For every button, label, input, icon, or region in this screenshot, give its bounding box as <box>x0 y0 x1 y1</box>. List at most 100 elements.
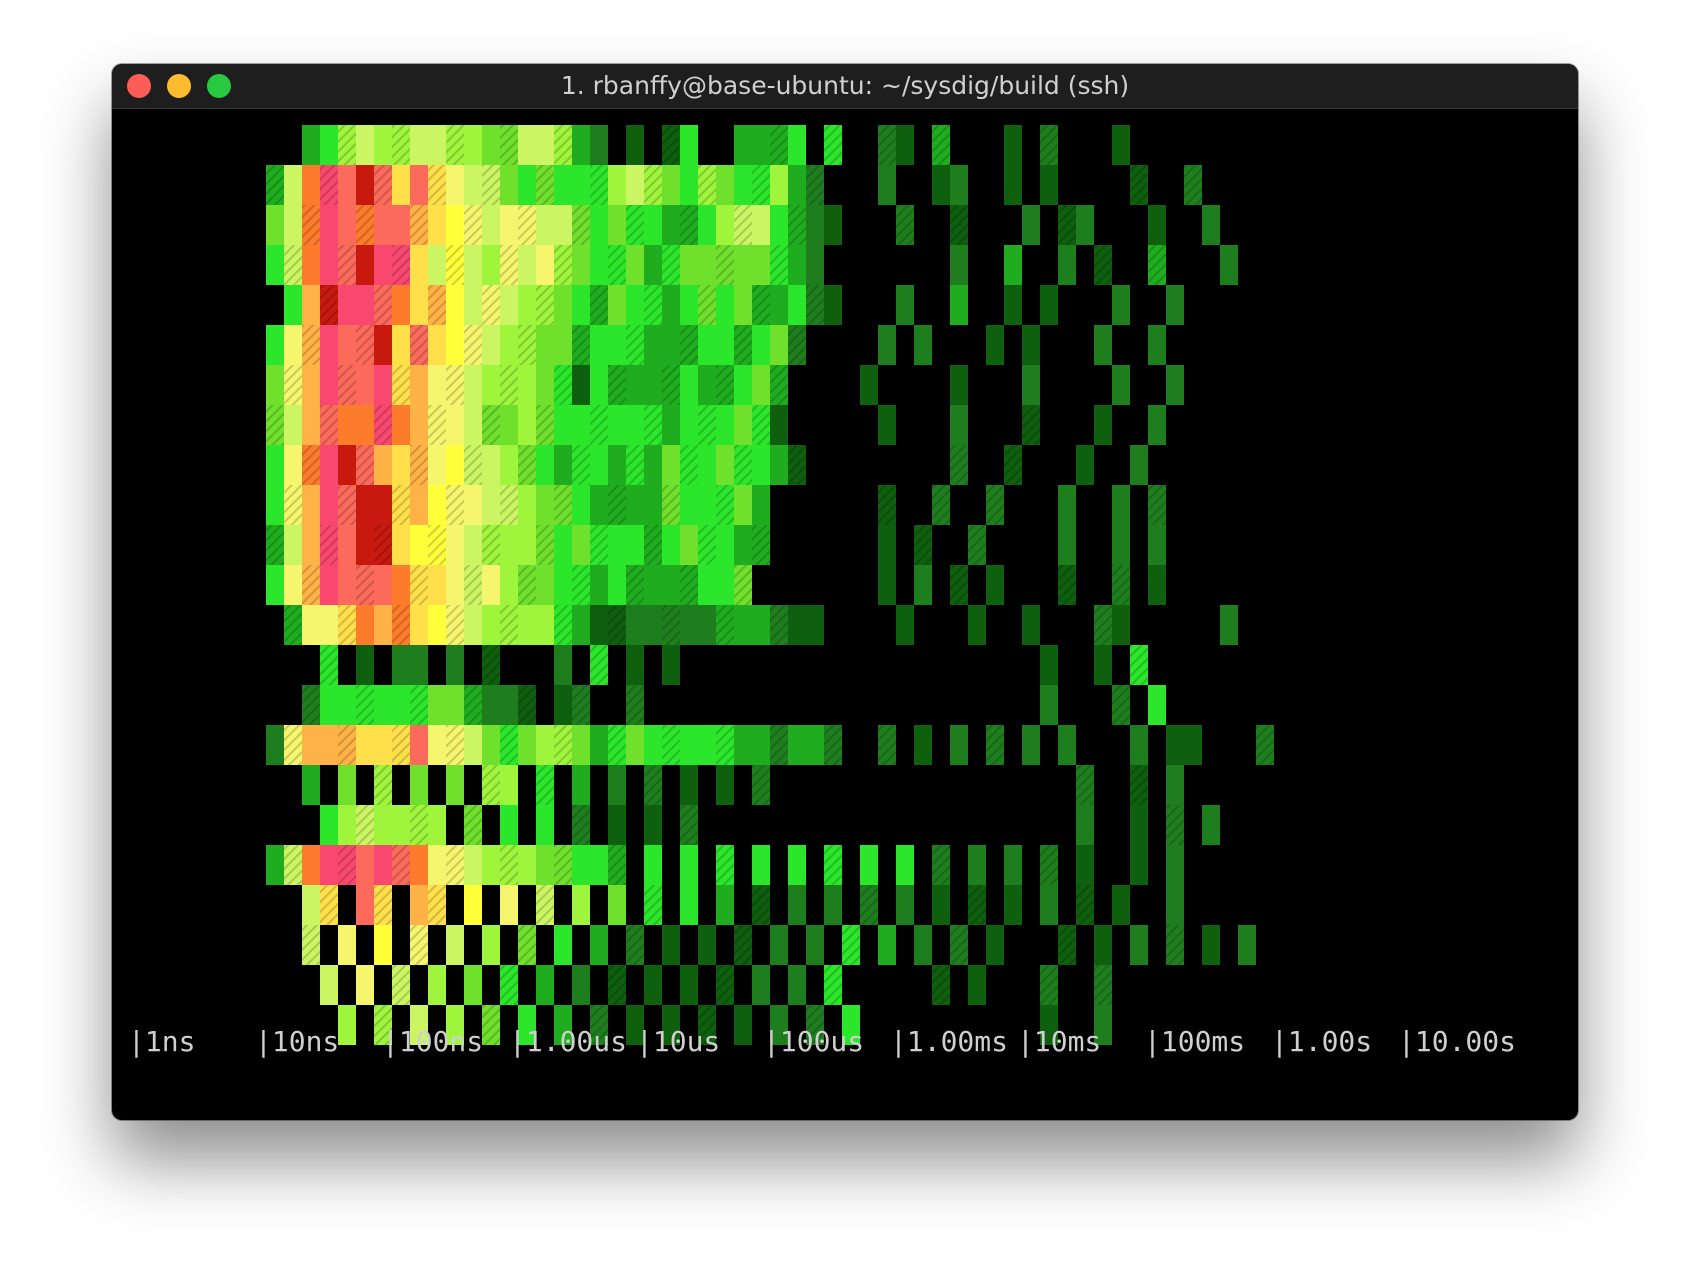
heatmap-cell <box>572 605 590 645</box>
heatmap-cell <box>734 525 752 565</box>
heatmap-cell <box>338 565 356 605</box>
heatmap-cell <box>752 245 770 285</box>
heatmap-cell <box>860 845 878 885</box>
heatmap-cell <box>374 245 392 285</box>
heatmap-cell-hatch <box>284 485 302 525</box>
heatmap-cell <box>1058 485 1076 525</box>
heatmap-cell <box>428 125 446 165</box>
heatmap-cell <box>464 605 482 645</box>
heatmap-cell <box>302 845 320 885</box>
heatmap-cell <box>374 925 392 965</box>
heatmap-cell <box>752 325 770 365</box>
heatmap-cell-hatch <box>302 565 320 605</box>
heatmap-cell <box>644 485 662 525</box>
heatmap-cell <box>1220 245 1238 285</box>
heatmap-cell <box>518 725 536 765</box>
heatmap-cell-hatch <box>374 885 392 925</box>
x-tick-label: |1.00s <box>1271 1025 1372 1058</box>
heatmap-cell-hatch <box>878 125 896 165</box>
heatmap-cell-hatch <box>932 125 950 165</box>
heatmap-cell <box>680 285 698 325</box>
heatmap-cell-hatch <box>410 565 428 605</box>
heatmap-cell-hatch <box>446 365 464 405</box>
heatmap-cell <box>518 245 536 285</box>
heatmap-cell-hatch <box>320 285 338 325</box>
heatmap-cell-hatch <box>392 485 410 525</box>
heatmap-cell <box>914 325 932 365</box>
heatmap-cell <box>500 285 518 325</box>
heatmap-cell-hatch <box>356 445 374 485</box>
heatmap-cell-hatch <box>482 765 500 805</box>
heatmap-cell <box>320 685 338 725</box>
heatmap-cell <box>608 405 626 445</box>
heatmap-cell-hatch <box>1040 845 1058 885</box>
heatmap-cell <box>662 565 680 605</box>
heatmap-cell <box>464 365 482 405</box>
heatmap-cell-hatch <box>608 485 626 525</box>
heatmap-cell <box>266 725 284 765</box>
heatmap-cell <box>698 245 716 285</box>
heatmap-cell-hatch <box>716 485 734 525</box>
heatmap-cell-hatch <box>608 605 626 645</box>
heatmap-cell-hatch <box>302 685 320 725</box>
heatmap-cell-hatch <box>608 245 626 285</box>
heatmap-cell <box>446 565 464 605</box>
heatmap-cell <box>500 685 518 725</box>
heatmap-cell <box>572 525 590 565</box>
heatmap-cell <box>644 805 662 845</box>
heatmap-cell <box>950 405 968 445</box>
heatmap-cell <box>806 925 824 965</box>
heatmap-cell <box>374 365 392 405</box>
heatmap-cell <box>374 485 392 525</box>
heatmap-cell <box>320 965 338 1005</box>
heatmap-cell-hatch <box>446 125 464 165</box>
heatmap-cell <box>428 565 446 605</box>
heatmap-cell <box>374 605 392 645</box>
heatmap-cell-hatch <box>662 725 680 765</box>
heatmap-cell <box>356 525 374 565</box>
heatmap-cell-hatch <box>1022 405 1040 445</box>
heatmap-cell <box>356 605 374 645</box>
heatmap-cell <box>320 605 338 645</box>
heatmap-cell <box>1058 525 1076 565</box>
heatmap-cell <box>1022 205 1040 245</box>
heatmap-cell-hatch <box>536 765 554 805</box>
heatmap-cell <box>698 205 716 245</box>
heatmap-cell <box>464 165 482 205</box>
heatmap-cell <box>446 165 464 205</box>
heatmap-cell-hatch <box>392 365 410 405</box>
heatmap-cell-hatch <box>1058 205 1076 245</box>
heatmap-cell-hatch <box>932 485 950 525</box>
heatmap-cell <box>554 645 572 685</box>
heatmap-cell <box>356 405 374 445</box>
heatmap-cell-hatch <box>338 245 356 285</box>
heatmap-cell <box>320 365 338 405</box>
heatmap-cell <box>680 885 698 925</box>
heatmap-cell <box>572 285 590 325</box>
heatmap-cell <box>446 765 464 805</box>
heatmap-cell <box>1202 925 1220 965</box>
heatmap-cell <box>1148 205 1166 245</box>
heatmap-cell <box>770 925 788 965</box>
heatmap-cell <box>266 485 284 525</box>
heatmap-cell-hatch <box>392 725 410 765</box>
heatmap-cell <box>1004 125 1022 165</box>
heatmap-cell <box>968 845 986 885</box>
heatmap-cell <box>338 285 356 325</box>
heatmap-cell <box>608 285 626 325</box>
heatmap-cell-hatch <box>590 405 608 445</box>
x-tick-label: |1.00ms <box>890 1025 1008 1058</box>
heatmap-cell-hatch <box>446 725 464 765</box>
heatmap-cell <box>302 365 320 405</box>
heatmap-cell-hatch <box>950 925 968 965</box>
heatmap-cell <box>536 325 554 365</box>
heatmap-cell-hatch <box>302 325 320 365</box>
heatmap-cell <box>770 325 788 365</box>
heatmap-cell-hatch <box>824 125 842 165</box>
title-bar[interactable]: 1. rbanffy@base-ubuntu: ~/sysdig/build (… <box>112 64 1578 109</box>
heatmap-cell <box>302 605 320 645</box>
heatmap-cell <box>788 845 806 885</box>
heatmap-cell-hatch <box>320 165 338 205</box>
heatmap-cell-hatch <box>1094 965 1112 1005</box>
heatmap-cell <box>878 925 896 965</box>
